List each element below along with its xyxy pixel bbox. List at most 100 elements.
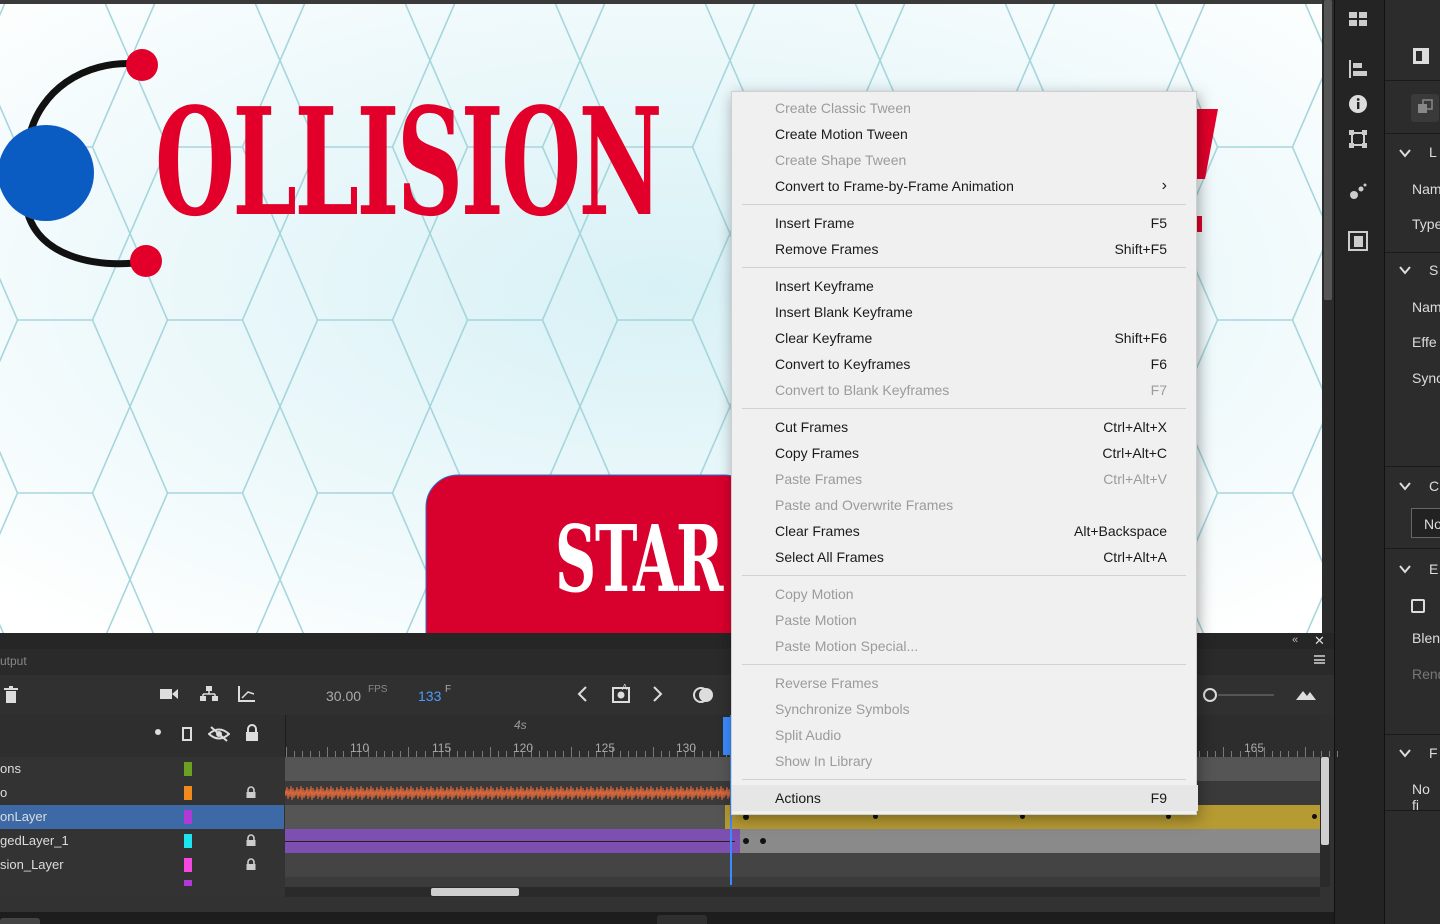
frame-row[interactable]	[285, 829, 1320, 853]
show-layer-dot-icon[interactable]	[155, 729, 161, 735]
fit-zoom-icon[interactable]	[1296, 687, 1316, 706]
menu-item-synchronize-symbols[interactable]: Synchronize Symbols	[732, 696, 1198, 722]
library-panel-icon[interactable]	[1345, 6, 1371, 32]
layer-name[interactable]: onLayer	[0, 809, 47, 824]
start-button-label[interactable]: STAR	[555, 509, 723, 609]
layer-color-swatch[interactable]	[184, 880, 192, 886]
menu-item-copy-motion[interactable]: Copy Motion	[732, 581, 1198, 607]
menu-item-show-in-library[interactable]: Show In Library	[732, 748, 1198, 774]
chevron-down-icon[interactable]	[1399, 147, 1411, 159]
layer-name[interactable]: o	[0, 785, 7, 800]
close-panel-icon[interactable]: ✕	[1314, 633, 1325, 649]
svg-text:A: A	[622, 683, 628, 692]
menu-item-cut-frames[interactable]: Cut Frames Ctrl+Alt+X	[732, 414, 1198, 440]
menu-item-create-classic-tween[interactable]: Create Classic Tween	[732, 95, 1198, 121]
timeline-h-scrollbar[interactable]	[285, 887, 1320, 897]
menu-item-create-shape-tween[interactable]: Create Shape Tween	[732, 147, 1198, 173]
layer-name[interactable]: sion_Layer	[0, 857, 64, 872]
color-effect-dropdown[interactable]: No	[1411, 508, 1440, 538]
ruler-label: 115	[432, 741, 452, 755]
menu-item-create-motion-tween[interactable]: Create Motion Tween	[732, 121, 1198, 147]
menu-item-clear-frames[interactable]: Clear Frames Alt+Backspace	[732, 518, 1198, 544]
menu-item-convert-to-blank-keyframes[interactable]: Convert to Blank Keyframes F7	[732, 377, 1198, 403]
prev-frame-icon[interactable]	[576, 685, 588, 708]
frame-row[interactable]	[285, 853, 1320, 877]
menu-item-clear-keyframe[interactable]: Clear Keyframe Shift+F6	[732, 325, 1198, 351]
menu-item-copy-frames[interactable]: Copy Frames Ctrl+Alt+C	[732, 440, 1198, 466]
menu-item-convert-frame-by-frame[interactable]: Convert to Frame-by-Frame Animation ›	[732, 173, 1198, 199]
layer-color-swatch[interactable]	[184, 762, 192, 776]
menu-item-paste-overwrite-frames[interactable]: Paste and Overwrite Frames	[732, 492, 1198, 518]
submenu-arrow-icon: ›	[1161, 177, 1167, 194]
zoom-slider-knob-icon[interactable]	[1202, 687, 1276, 708]
collapse-panel-icon[interactable]: «	[1292, 634, 1298, 646]
fps-value[interactable]: 30.00	[326, 688, 361, 704]
insert-keyframe-icon[interactable]: A	[612, 683, 632, 710]
menu-item-insert-keyframe[interactable]: Insert Keyframe	[732, 273, 1198, 299]
playhead-handle[interactable]	[723, 717, 731, 755]
align-panel-icon[interactable]	[1345, 56, 1371, 82]
scroll-thumb[interactable]	[431, 888, 519, 896]
menu-item-convert-to-keyframes[interactable]: Convert to Keyframes F6	[732, 351, 1198, 377]
scroll-thumb[interactable]	[1324, 0, 1332, 300]
ruler-tick	[489, 747, 491, 757]
layer-row[interactable]: ons	[0, 757, 284, 781]
lock-icon[interactable]	[245, 857, 257, 871]
outline-icon[interactable]	[182, 727, 192, 741]
menu-item-remove-frames[interactable]: Remove Frames Shift+F5	[732, 236, 1198, 262]
motion-presets-icon[interactable]	[1345, 178, 1371, 204]
components-panel-icon[interactable]	[1345, 228, 1371, 254]
ruler-label: 165	[1244, 741, 1265, 755]
parenting-icon[interactable]	[200, 686, 218, 707]
menu-item-insert-frame[interactable]: Insert Frame F5	[732, 210, 1198, 236]
panel-layout-icon[interactable]	[1413, 48, 1431, 64]
layer-row[interactable]: sion_Layer	[0, 853, 284, 877]
hide-all-eye-icon[interactable]	[207, 725, 231, 748]
layer-row[interactable]	[0, 877, 284, 901]
layer-color-swatch[interactable]	[184, 834, 192, 848]
layer-row[interactable]: gedLayer_1	[0, 829, 284, 853]
menu-item-paste-motion-special[interactable]: Paste Motion Special...	[732, 633, 1198, 659]
menu-item-split-audio[interactable]: Split Audio	[732, 722, 1198, 748]
layer-color-swatch[interactable]	[184, 858, 192, 872]
chevron-down-icon[interactable]	[1399, 480, 1411, 492]
camera-icon[interactable]	[160, 687, 178, 706]
stage-vertical-scrollbar[interactable]	[1322, 0, 1334, 633]
timeline-v-scrollbar[interactable]	[1320, 757, 1330, 887]
layer-row[interactable]: o	[0, 781, 284, 805]
scroll-thumb[interactable]	[1321, 757, 1329, 845]
menu-item-paste-motion[interactable]: Paste Motion	[732, 607, 1198, 633]
visible-checkbox[interactable]	[1411, 599, 1425, 613]
layer-color-swatch[interactable]	[184, 810, 192, 824]
lock-icon[interactable]	[245, 785, 257, 799]
info-panel-icon[interactable]	[1345, 91, 1371, 117]
current-frame-value[interactable]: 133	[418, 688, 441, 704]
transform-panel-icon[interactable]	[1345, 126, 1371, 152]
next-frame-icon[interactable]	[652, 685, 664, 708]
tab-output[interactable]: utput	[0, 654, 27, 668]
lock-all-icon[interactable]	[245, 724, 259, 747]
menu-item-actions[interactable]: Actions F9	[732, 785, 1198, 811]
prop-label: Rend	[1412, 666, 1440, 682]
property-keyframe[interactable]	[1312, 814, 1317, 819]
swap-symbol-icon[interactable]	[1411, 94, 1439, 122]
menu-item-select-all-frames[interactable]: Select All Frames Ctrl+Alt+A	[732, 544, 1198, 570]
delete-layer-icon[interactable]	[4, 686, 18, 709]
lock-icon[interactable]	[245, 833, 257, 847]
chevron-down-icon[interactable]	[1399, 264, 1411, 276]
chevron-down-icon[interactable]	[1399, 747, 1411, 759]
onion-skin-icon[interactable]	[693, 686, 715, 709]
panel-menu-icon[interactable]	[1314, 655, 1325, 664]
layer-row-selected[interactable]: onLayer	[0, 805, 284, 829]
chevron-down-icon[interactable]	[1399, 563, 1411, 575]
keyframe-dot[interactable]	[760, 838, 766, 844]
layer-name[interactable]: ons	[0, 761, 21, 776]
graph-icon[interactable]	[238, 686, 256, 707]
keyframe-dot[interactable]	[743, 838, 749, 844]
menu-item-insert-blank-keyframe[interactable]: Insert Blank Keyframe	[732, 299, 1198, 325]
menu-item-paste-frames[interactable]: Paste Frames Ctrl+Alt+V	[732, 466, 1198, 492]
menu-item-reverse-frames[interactable]: Reverse Frames	[732, 670, 1198, 696]
layer-color-swatch[interactable]	[184, 786, 192, 800]
ruler-label: 125	[595, 741, 616, 755]
layer-name[interactable]: gedLayer_1	[0, 833, 69, 848]
